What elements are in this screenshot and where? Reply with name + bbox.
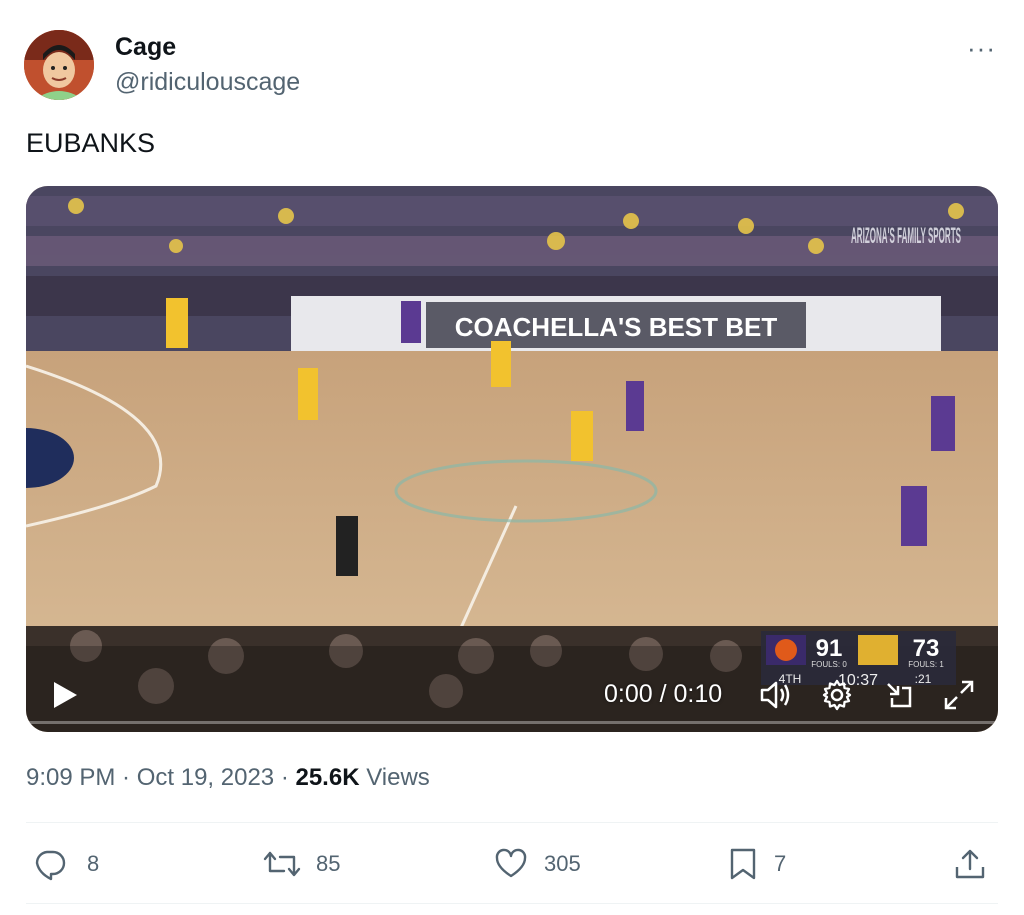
away-score: 73 <box>913 635 940 662</box>
views-count: 25.6K <box>295 764 360 791</box>
video-frame: COACHELLA'S BEST BET ARIZONA'S FAMILY SP… <box>26 186 998 732</box>
cartoon-avatar-icon <box>24 30 94 100</box>
reply-button[interactable]: 8 <box>33 846 99 882</box>
like-count: 305 <box>544 851 581 876</box>
volume-button[interactable] <box>758 678 792 712</box>
tweet-meta: 9:09 PM · Oct 19, 2023 · 25.6K Views <box>26 764 430 792</box>
bookmark-icon <box>730 848 756 880</box>
views-label: Views <box>366 764 430 791</box>
more-options-icon[interactable]: ··· <box>967 35 996 61</box>
repost-count: 85 <box>316 851 341 876</box>
heart-icon <box>495 848 527 878</box>
divider <box>26 822 998 823</box>
bookmark-count: 7 <box>774 851 787 876</box>
network-logo: ARIZONA'S FAMILY SPORTS <box>851 223 961 248</box>
minimize-button[interactable] <box>882 678 916 712</box>
tweet-text: EUBANKS <box>26 128 156 158</box>
author-handle[interactable]: @ridiculouscage <box>115 68 300 97</box>
pip-icon <box>887 683 912 708</box>
volume-icon <box>760 681 790 709</box>
play-icon <box>54 682 77 708</box>
repost-button[interactable]: 85 <box>262 846 340 882</box>
author-avatar[interactable] <box>24 30 94 100</box>
fullscreen-button[interactable] <box>942 678 976 712</box>
home-score: 91 <box>816 635 843 662</box>
share-icon <box>955 849 985 879</box>
gear-icon <box>822 679 852 711</box>
reply-count: 8 <box>87 851 100 876</box>
fullscreen-icon <box>944 680 974 710</box>
tweet-time[interactable]: 9:09 PM <box>26 764 115 791</box>
video-player[interactable]: COACHELLA'S BEST BET ARIZONA'S FAMILY SP… <box>26 186 998 732</box>
video-time: 0:00 / 0:10 <box>604 680 723 708</box>
settings-button[interactable] <box>820 678 854 712</box>
shot-clock: :21 <box>915 672 932 686</box>
play-button[interactable] <box>50 680 80 710</box>
away-fouls: FOULS: 1 <box>908 660 944 669</box>
tweet-date[interactable]: Oct 19, 2023 <box>137 764 274 791</box>
bookmark-button[interactable]: 7 <box>726 846 786 882</box>
divider <box>26 903 998 904</box>
like-button[interactable]: 305 <box>494 846 581 882</box>
home-fouls: FOULS: 0 <box>811 660 847 669</box>
reply-icon <box>35 850 66 881</box>
meta-separator: · <box>274 764 296 791</box>
share-button[interactable] <box>953 846 987 882</box>
repost-icon <box>263 851 301 877</box>
sponsor-banner-text: COACHELLA'S BEST BET <box>455 312 778 342</box>
author-display-name[interactable]: Cage <box>115 33 176 62</box>
meta-separator: · <box>115 764 137 791</box>
